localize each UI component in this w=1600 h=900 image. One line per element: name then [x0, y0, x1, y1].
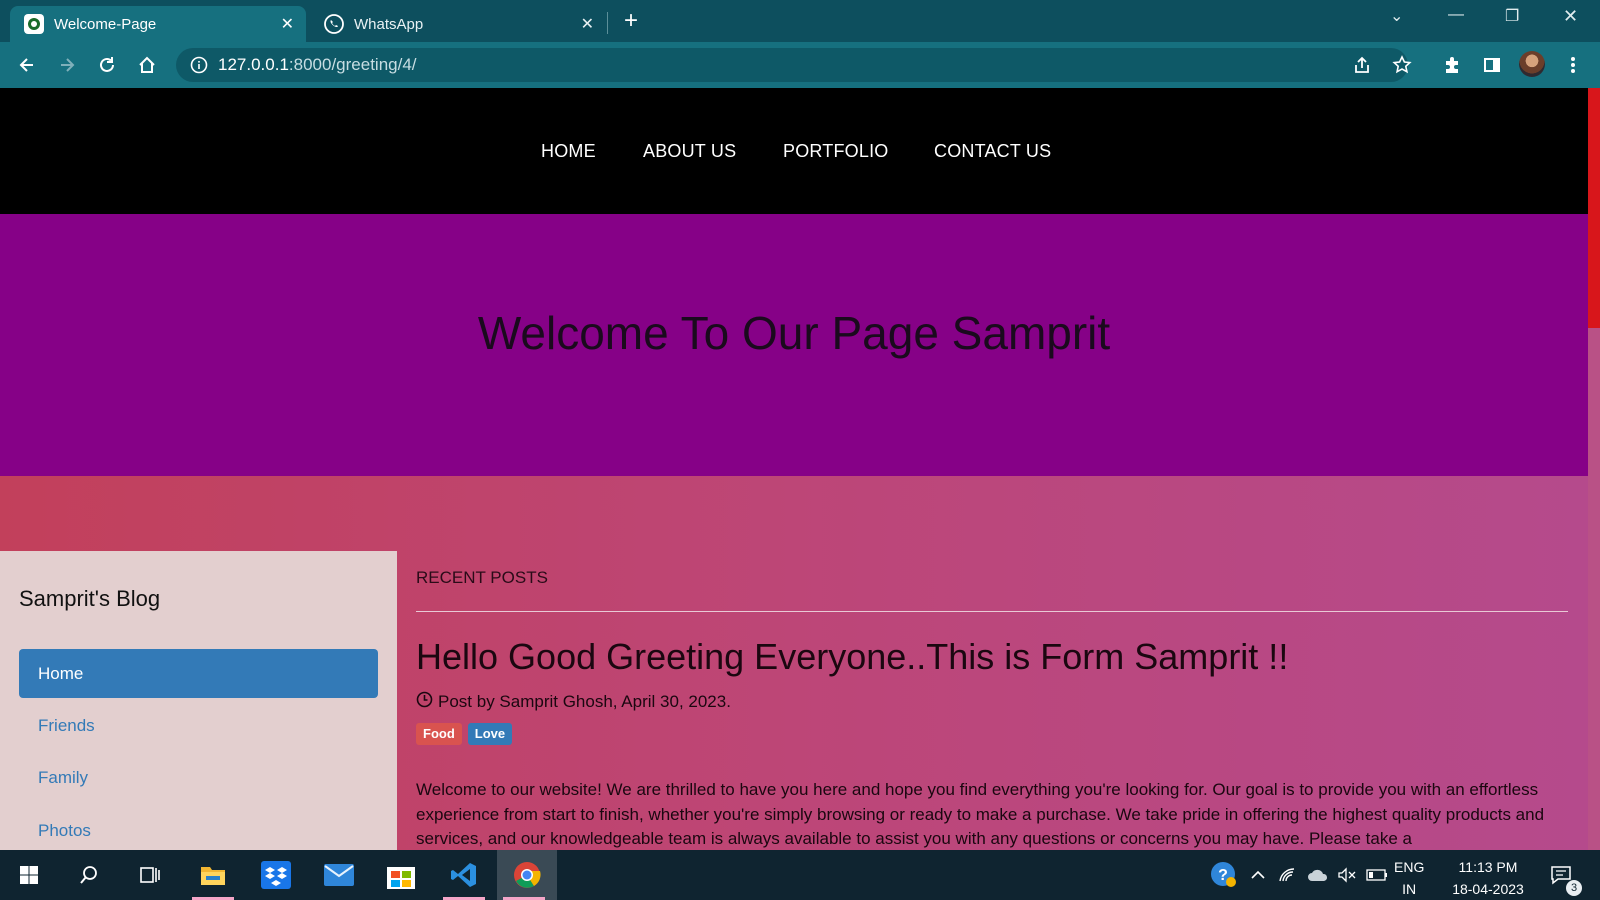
sidebar-item-friends[interactable]: Friends — [19, 701, 378, 750]
reload-icon[interactable] — [94, 52, 120, 78]
browser-tab-strip: Welcome-Page ✕ WhatsApp ✕ + ⌄ — ❐ ✕ — [0, 0, 1600, 42]
tab-title: WhatsApp — [354, 15, 424, 33]
address-bar[interactable]: 127.0.0.1:8000/greeting/4/ — [176, 48, 1408, 82]
recent-posts-heading: RECENT POSTS — [416, 568, 548, 587]
region-code: IN — [1402, 881, 1417, 897]
tag-love[interactable]: Love — [467, 723, 513, 745]
url-host: 127.0.0.1 — [218, 55, 289, 74]
sidebar-item-family[interactable]: Family — [19, 753, 378, 802]
chevron-up-icon[interactable] — [1248, 850, 1268, 900]
blog-sidebar: Samprit's Blog Home Friends Family Photo… — [0, 551, 397, 850]
profile-avatar[interactable] — [1519, 51, 1545, 77]
tab-welcome-page[interactable]: Welcome-Page ✕ — [10, 6, 306, 42]
browser-toolbar: 127.0.0.1:8000/greeting/4/ — [0, 42, 1600, 88]
divider — [416, 611, 1568, 612]
sidebar-title: Samprit's Blog — [19, 586, 161, 611]
tab-title: Welcome-Page — [54, 15, 157, 33]
post-meta-text: Post by Samprit Ghosh, April 30, 2023. — [438, 692, 731, 711]
url-path: :8000/greeting/4/ — [288, 55, 417, 74]
content-area: Samprit's Blog Home Friends Family Photo… — [0, 476, 1588, 850]
vscode-icon[interactable] — [437, 850, 491, 900]
sidebar-item-photos[interactable]: Photos — [19, 806, 378, 850]
extensions-puzzle-icon[interactable] — [1439, 52, 1465, 78]
start-windows-icon[interactable] — [2, 850, 56, 900]
whatsapp-icon — [324, 14, 344, 34]
battery-icon[interactable] — [1365, 850, 1389, 900]
clock-time: 11:13 PM — [1458, 859, 1518, 875]
share-icon[interactable] — [1349, 52, 1375, 78]
tab-separator — [607, 12, 608, 34]
close-tab-icon[interactable]: ✕ — [281, 14, 294, 34]
wifi-icon[interactable] — [1277, 850, 1299, 900]
volume-muted-icon[interactable] — [1336, 850, 1358, 900]
close-tab-icon[interactable]: ✕ — [581, 14, 594, 34]
language-indicator[interactable]: ENG IN — [1394, 856, 1424, 900]
search-icon[interactable] — [62, 850, 116, 900]
file-explorer-icon[interactable] — [186, 850, 240, 900]
tab-whatsapp[interactable]: WhatsApp ✕ — [310, 6, 606, 42]
help-icon[interactable]: ? — [1208, 850, 1240, 900]
bookmark-star-icon[interactable] — [1389, 52, 1415, 78]
onedrive-cloud-icon[interactable] — [1306, 850, 1330, 900]
new-tab-icon[interactable]: + — [624, 9, 638, 33]
forward-icon[interactable] — [54, 52, 80, 78]
post-title[interactable]: Hello Good Greeting Everyone..This is Fo… — [416, 636, 1288, 678]
post-body: Welcome to our website! We are thrilled … — [416, 780, 1545, 848]
scrollbar-thumb[interactable] — [1588, 88, 1600, 328]
nav-contact-link[interactable]: CONTACT US — [934, 141, 1051, 162]
mail-icon[interactable] — [312, 850, 366, 900]
nav-home-link[interactable]: HOME — [541, 141, 596, 162]
site-info-icon[interactable] — [190, 56, 208, 74]
site-nav: HOME ABOUT US PORTFOLIO CONTACT US — [0, 88, 1588, 214]
system-clock[interactable]: 11:13 PM 18-04-2023 — [1440, 856, 1536, 900]
notification-count-badge: 3 — [1566, 880, 1582, 896]
side-panel-icon[interactable] — [1479, 52, 1505, 78]
scrollbar-track[interactable] — [1588, 328, 1600, 850]
chrome-icon[interactable] — [497, 850, 557, 900]
post-meta: Post by Samprit Ghosh, April 30, 2023. — [416, 691, 731, 713]
language-code: ENG — [1394, 859, 1425, 875]
sidebar-item-home[interactable]: Home — [19, 649, 378, 698]
tab-search-icon[interactable]: ⌄ — [1390, 6, 1403, 26]
hero-banner: Welcome To Our Page Samprit — [0, 214, 1588, 476]
menu-kebab-icon[interactable] — [1560, 52, 1586, 78]
clock-icon — [416, 691, 433, 713]
clock-date: 18-04-2023 — [1452, 881, 1524, 897]
restore-icon[interactable]: ❐ — [1505, 6, 1519, 26]
task-view-icon[interactable] — [122, 850, 176, 900]
site-favicon-icon — [24, 14, 44, 34]
minimize-icon[interactable]: — — [1448, 6, 1464, 24]
close-window-icon[interactable]: ✕ — [1563, 6, 1578, 27]
nav-about-link[interactable]: ABOUT US — [643, 141, 736, 162]
web-page: HOME ABOUT US PORTFOLIO CONTACT US Welco… — [0, 88, 1600, 850]
dropbox-icon[interactable] — [249, 850, 303, 900]
back-icon[interactable] — [14, 52, 40, 78]
post-tags: Food Love — [416, 723, 513, 745]
home-icon[interactable] — [134, 52, 160, 78]
hero-title: Welcome To Our Page Samprit — [477, 307, 1111, 359]
store-icon[interactable] — [374, 850, 428, 900]
tag-food[interactable]: Food — [416, 723, 462, 745]
windows-taskbar: ? ENG IN 11:13 PM 18-04-2023 3 — [0, 850, 1600, 900]
nav-portfolio-link[interactable]: PORTFOLIO — [783, 141, 889, 162]
